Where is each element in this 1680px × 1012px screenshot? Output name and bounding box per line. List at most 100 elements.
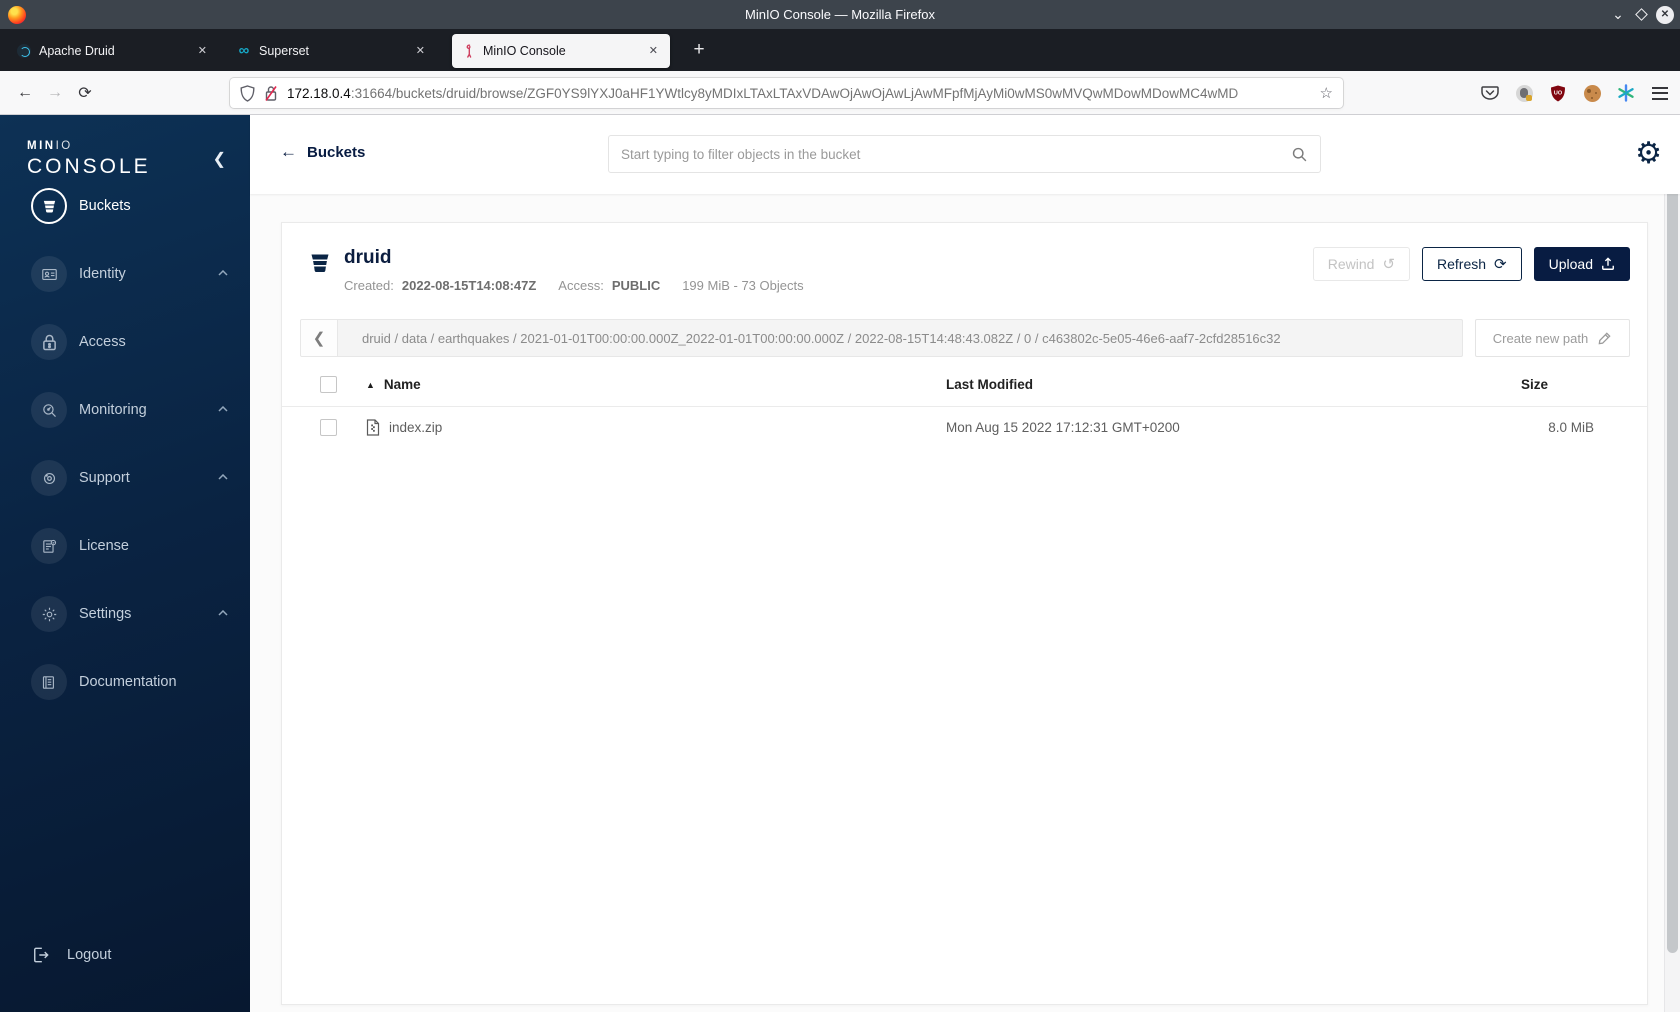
menu-hamburger-icon[interactable] — [1650, 83, 1670, 103]
sidebar-item-monitoring[interactable]: Monitoring — [0, 376, 250, 444]
rewind-button: Rewind ↺ — [1312, 247, 1411, 281]
rewind-icon: ↺ — [1382, 255, 1396, 273]
row-checkbox[interactable] — [320, 418, 337, 436]
close-tab-icon[interactable]: ✕ — [413, 44, 428, 57]
tab-superset[interactable]: ∞ Superset ✕ — [228, 34, 437, 68]
minio-flamingo-favicon — [461, 44, 475, 58]
column-header-last-modified[interactable]: Last Modified — [946, 377, 1444, 392]
browser-toolbar: ← → ⟳ 172.18.0.4:31664/buckets/druid/bro… — [0, 71, 1680, 115]
upload-icon — [1601, 257, 1615, 271]
chevron-up-icon[interactable] — [218, 270, 228, 276]
monitoring-gauge-icon — [31, 392, 67, 428]
identity-card-icon — [31, 256, 67, 292]
created-label: Created: — [344, 278, 394, 293]
search-input[interactable] — [621, 146, 1291, 162]
sidebar-item-logout[interactable]: Logout — [31, 945, 111, 965]
breadcrumb[interactable]: druid / data / earthquakes / 2021-01-01T… — [338, 320, 1462, 356]
refresh-button[interactable]: Refresh ⟳ — [1422, 247, 1522, 281]
select-all-checkbox[interactable] — [320, 376, 337, 393]
extension-icon[interactable] — [1514, 83, 1534, 103]
sidebar-item-documentation[interactable]: Documentation — [0, 648, 250, 716]
url-text: 172.18.0.4:31664/buckets/druid/browse/ZG… — [287, 86, 1312, 101]
bucket-browser-card: druid Created: 2022-08-15T14:08:47Z Acce… — [281, 222, 1648, 1005]
multi-account-asterisk-icon[interactable] — [1616, 83, 1636, 103]
license-document-icon — [31, 528, 67, 564]
close-window-icon[interactable]: ✕ — [1656, 5, 1674, 24]
browser-forward-button: → — [47, 83, 63, 101]
superset-favicon: ∞ — [238, 41, 250, 59]
pocket-icon[interactable] — [1480, 83, 1500, 103]
logout-icon — [31, 945, 51, 965]
bookmark-star-icon[interactable]: ☆ — [1320, 84, 1333, 102]
back-to-buckets-link[interactable]: ← Buckets — [280, 142, 365, 162]
logout-label: Logout — [67, 947, 112, 963]
window-title: MinIO Console — Mozilla Firefox — [745, 7, 935, 22]
breadcrumb-bar: ❮ druid / data / earthquakes / 2021-01-0… — [300, 319, 1463, 357]
settings-gear-icon[interactable]: ⚙ — [1635, 139, 1662, 169]
chevron-up-icon[interactable] — [218, 406, 228, 412]
column-header-size[interactable]: Size — [1444, 377, 1594, 392]
support-icon — [31, 460, 67, 496]
scrollbar-thumb[interactable] — [1667, 118, 1678, 953]
browser-reload-button[interactable]: ⟳ — [70, 83, 100, 103]
tab-minio-console-active[interactable]: MinIO Console ✕ — [452, 33, 670, 68]
ublock-origin-icon[interactable]: UO — [1548, 83, 1568, 103]
sidebar-item-label: Documentation — [79, 674, 177, 690]
page-scrollbar[interactable] — [1664, 115, 1680, 1012]
insecure-lock-icon[interactable] — [264, 85, 278, 102]
rewind-button-label: Rewind — [1327, 256, 1375, 272]
tab-title: Superset — [259, 43, 310, 58]
column-header-name[interactable]: ▲ Name — [366, 377, 946, 392]
cookie-icon[interactable] — [1582, 83, 1602, 103]
sidebar-item-license[interactable]: License — [0, 512, 250, 580]
svg-text:UO: UO — [1554, 90, 1563, 96]
bucket-icon — [31, 188, 67, 224]
minimize-icon[interactable]: ⌄ — [1609, 6, 1627, 23]
tab-apache-druid[interactable]: Apache Druid ✕ — [8, 34, 219, 68]
druid-favicon — [17, 43, 31, 58]
sidebar-item-access[interactable]: Access — [0, 308, 250, 376]
tracking-shield-icon[interactable] — [240, 84, 255, 102]
sidebar-item-label: Support — [79, 470, 130, 486]
maximize-icon[interactable] — [1635, 8, 1648, 21]
firefox-window: MinIO Console — Mozilla Firefox ⌄ ✕ Apac… — [0, 0, 1680, 1012]
created-value: 2022-08-15T14:08:47Z — [401, 278, 537, 293]
object-last-modified: Mon Aug 15 2022 17:12:31 GMT+0200 — [946, 419, 1180, 435]
sidebar-item-settings[interactable]: Settings — [0, 580, 250, 648]
object-filter-search[interactable] — [608, 135, 1321, 173]
chevron-up-icon[interactable] — [218, 474, 228, 480]
url-host: 172.18.0.4 — [287, 85, 351, 101]
browser-back-button[interactable]: ← — [10, 84, 40, 102]
url-path: :31664/buckets/druid/browse/ZGF0YS9lYXJ0… — [350, 85, 1239, 101]
table-row[interactable]: index.zip Mon Aug 15 2022 17:12:31 GMT+0… — [282, 407, 1647, 447]
bucket-icon — [308, 251, 332, 275]
sidebar-item-support[interactable]: Support — [0, 444, 250, 512]
sidebar-item-label: Access — [79, 334, 126, 350]
sidebar-collapse-icon[interactable]: ❮ — [213, 149, 226, 169]
back-label: Buckets — [307, 143, 366, 161]
table-header-row: ▲ Name Last Modified Size — [282, 363, 1647, 407]
sidebar-item-buckets[interactable]: Buckets — [0, 172, 250, 240]
window-titlebar: MinIO Console — Mozilla Firefox ⌄ ✕ — [0, 0, 1680, 29]
tab-title: MinIO Console — [483, 43, 566, 58]
create-new-path-button[interactable]: Create new path — [1475, 319, 1630, 357]
access-value: PUBLIC — [611, 278, 661, 293]
page-body: druid Created: 2022-08-15T14:08:47Z Acce… — [250, 194, 1680, 1012]
documentation-book-icon — [31, 664, 67, 700]
object-size: 8.0 MiB — [1548, 419, 1594, 435]
path-back-chevron-icon[interactable]: ❮ — [301, 320, 338, 356]
create-path-icon — [1597, 331, 1612, 346]
chevron-up-icon[interactable] — [218, 610, 228, 616]
url-bar[interactable]: 172.18.0.4:31664/buckets/druid/browse/ZG… — [230, 78, 1343, 108]
new-tab-button[interactable]: + — [686, 37, 712, 63]
lock-icon — [31, 324, 67, 360]
minio-console-logo: MINIO CONSOLE — [27, 140, 151, 178]
close-tab-icon[interactable]: ✕ — [646, 44, 661, 57]
upload-button[interactable]: Upload — [1533, 247, 1630, 281]
sidebar-item-identity[interactable]: Identity — [0, 240, 250, 308]
close-tab-icon[interactable]: ✕ — [195, 44, 210, 57]
sort-asc-icon: ▲ — [366, 379, 375, 390]
gear-icon — [31, 596, 67, 632]
page-header: ← Buckets ⚙ — [250, 115, 1680, 194]
object-name[interactable]: index.zip — [389, 420, 442, 435]
